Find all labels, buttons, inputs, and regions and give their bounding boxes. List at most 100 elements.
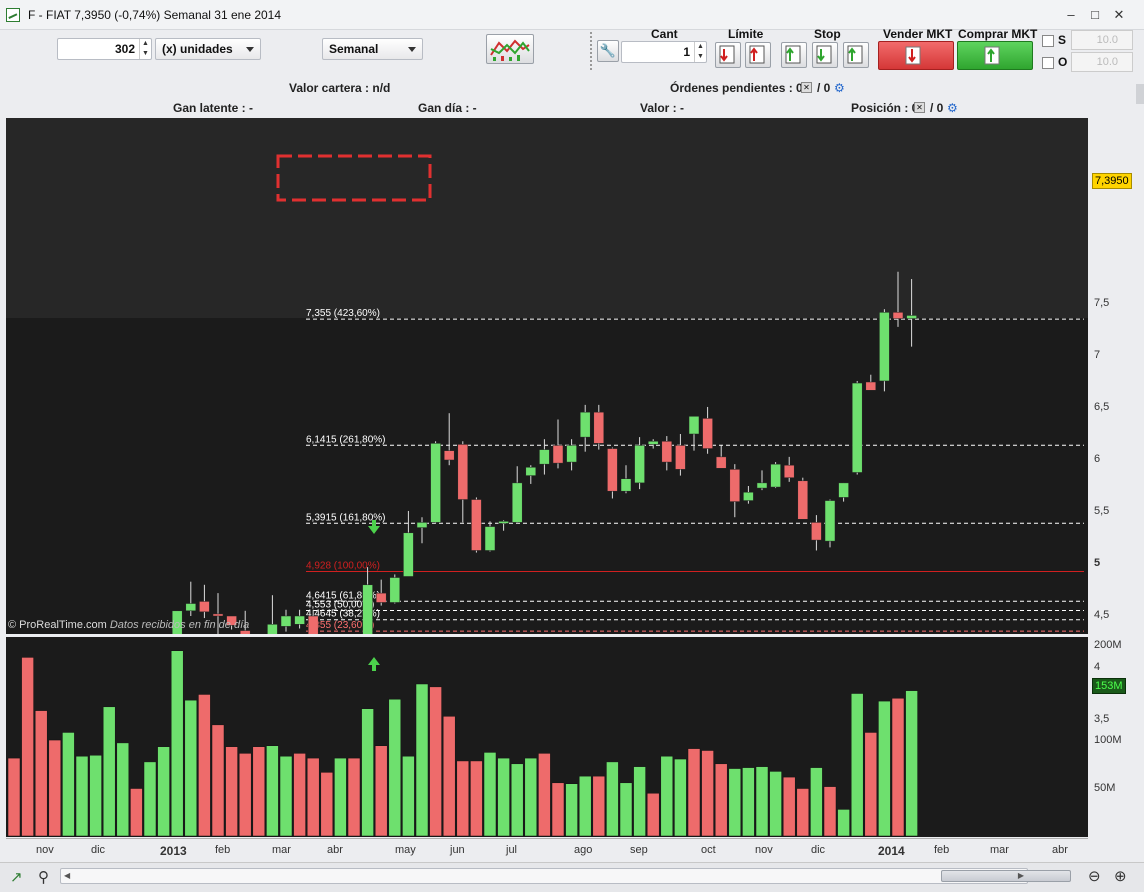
candle-body [851, 382, 863, 473]
close-icon[interactable]: ✕ [914, 102, 925, 113]
candlestick-chart[interactable]: 7,355 (423,60%)6,1415 (261,80%)5,3915 (1… [6, 118, 1088, 634]
volume-bar [905, 690, 918, 837]
volume-bar [551, 782, 565, 837]
volume-bar [850, 693, 864, 837]
volume-bar [347, 757, 361, 837]
candle-body [566, 445, 577, 463]
o-value: 10.0 [1096, 56, 1118, 68]
posicion-sep: / 0 [930, 101, 944, 115]
scroll-right-icon[interactable]: ▶ [1018, 871, 1024, 880]
s-checkbox[interactable] [1042, 35, 1054, 47]
volume-bar [619, 782, 633, 837]
volume-bar [592, 775, 606, 837]
close-button[interactable]: ✕ [1110, 6, 1128, 24]
price-tick-label: 4 [1094, 661, 1101, 673]
volume-bar [170, 650, 184, 837]
candle-body [375, 592, 387, 603]
candle-body [620, 478, 632, 492]
candle-body [593, 411, 605, 444]
indicators-button[interactable] [486, 34, 534, 64]
stop-trail-button[interactable] [843, 42, 869, 68]
date-tick-label: jul [506, 844, 518, 856]
cant-spin-icon[interactable]: ▲ ▼ [694, 42, 706, 62]
price-tick-label: 3,5 [1094, 713, 1110, 725]
price-tick-label: 4,5 [1094, 609, 1110, 621]
volume-bar [266, 745, 279, 837]
stop-sell-button[interactable] [781, 42, 807, 68]
volume-bar [361, 708, 374, 837]
cant-value: 1 [683, 45, 690, 59]
wrench-icon[interactable]: 🔧 [597, 40, 619, 62]
volume-bar [306, 757, 320, 837]
gear-icon[interactable]: ⚙ [834, 81, 845, 95]
volume-tick-label: 100M [1094, 734, 1122, 746]
candle-body [239, 630, 251, 634]
candle-body [539, 449, 550, 465]
zoom-in-icon[interactable]: ⊕ [1114, 867, 1127, 885]
date-tick-label: abr [327, 844, 343, 856]
chart-band [6, 118, 1088, 318]
vender-label: Vender MKT [883, 27, 953, 41]
volume-bar [796, 788, 810, 837]
price-axis[interactable]: 7,5 7 6,5 6 5,5 5 4,5 4 3,5 200M 100M 50M 7,3950 15… [1088, 118, 1138, 838]
units-dropdown[interactable]: (x) unidades [155, 38, 261, 60]
price-chart[interactable]: 7,355 (423,60%) 6,1415 (261,80%) 5,3915 (1… [6, 118, 1088, 634]
date-tick-label: mar [990, 844, 1009, 856]
buy-icon [984, 46, 1000, 65]
quantity-spin-icon[interactable]: ▲ ▼ [139, 39, 151, 59]
maximize-button[interactable]: □ [1086, 6, 1104, 24]
price-tick-label: 5,5 [1094, 505, 1110, 517]
chart-settings-icon[interactable]: ↗ [10, 868, 23, 886]
quantity-value: 302 [114, 42, 135, 56]
zoom-out-icon[interactable]: ⊖ [1088, 867, 1101, 885]
volume-bar [891, 698, 905, 837]
volume-bar [483, 752, 497, 837]
volume-bar [75, 755, 89, 837]
candle-body [743, 491, 754, 501]
date-tick-label: jun [450, 844, 465, 856]
fib-level-label: 4,928 (100,00%) [306, 560, 380, 571]
candle-body [607, 448, 618, 492]
o-value-field[interactable]: 10.0 [1071, 52, 1133, 72]
candle-body [362, 584, 373, 634]
sell-market-button[interactable] [878, 41, 954, 70]
limit-sell-button[interactable] [715, 42, 741, 68]
volume-chart[interactable] [6, 637, 1088, 837]
gear-icon[interactable]: ⚙ [947, 101, 958, 115]
scroll-left-icon[interactable]: ◀ [64, 871, 70, 880]
volume-bar [225, 746, 238, 837]
volume-bar [89, 755, 102, 837]
timeframe-dropdown[interactable]: Semanal [322, 38, 423, 60]
limit-buy-button[interactable] [745, 42, 771, 68]
stop-buy-icon [816, 45, 832, 64]
candle-body [471, 499, 482, 551]
volume-tick-label: 200M [1094, 639, 1122, 651]
volume-bar [646, 793, 660, 837]
buy-market-button[interactable] [957, 41, 1033, 70]
candle-body [647, 441, 659, 445]
stop-buy-button[interactable] [812, 42, 838, 68]
scrollbar-edge[interactable] [1136, 84, 1144, 104]
candle-body [661, 441, 673, 463]
volume-bar [728, 768, 742, 837]
date-tick-label: nov [36, 844, 54, 856]
time-scrollbar[interactable]: ◀ ▶ [60, 868, 1071, 884]
date-axis[interactable]: nov dic 2013 feb mar abr may jun jul ago sep oct nov… [6, 838, 1088, 860]
volume-histogram[interactable] [6, 637, 1088, 837]
candle-body [511, 482, 523, 523]
candle-body [498, 521, 509, 524]
minimize-button[interactable]: – [1062, 6, 1080, 24]
link-icon[interactable]: ⚲ [38, 868, 49, 886]
stop-label: Stop [814, 27, 841, 41]
price-tick-label: 6,5 [1094, 401, 1110, 413]
o-checkbox[interactable] [1042, 57, 1054, 69]
chevron-down-icon [408, 47, 416, 52]
volume-bar [606, 761, 619, 837]
scroll-thumb[interactable] [941, 870, 1071, 882]
o-label: O [1058, 55, 1068, 69]
s-value-field[interactable]: 10.0 [1071, 30, 1133, 50]
cant-stepper[interactable]: 1 ▲ ▼ [621, 41, 707, 63]
close-icon[interactable]: ✕ [801, 82, 812, 93]
volume-bar [429, 686, 442, 837]
quantity-stepper[interactable]: 302 ▲ ▼ [57, 38, 152, 60]
